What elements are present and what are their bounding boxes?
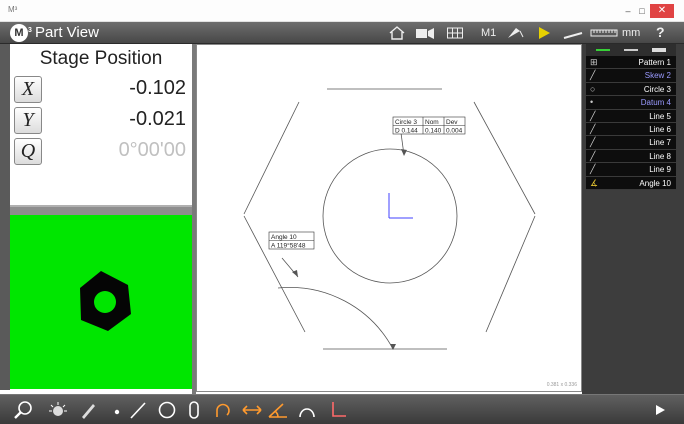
circle-header-dev: Dev [446,119,458,126]
circle-tool-icon[interactable] [156,399,178,421]
feature-item-skew-2[interactable]: ╱ Skew 2 [586,69,676,83]
tool-toolbar [0,394,684,424]
x-axis-button[interactable]: X [14,76,42,103]
angle-icon: ∡ [590,177,599,188]
line-icon: ╱ [590,164,596,175]
y-axis-value: -0.021 [129,108,186,130]
axis-row-q: Q 0°00'00 [12,138,192,166]
datum-axes [388,193,413,219]
stage-position-title: Stage Position [39,48,163,69]
axis-row-x: X -0.102 [12,76,192,104]
grid-view-icon[interactable] [446,25,464,41]
circle-annotation-table: Circle 3 Nom Dev D 0.144 0.140 0.004 [392,116,466,135]
circle-icon: ○ [590,83,596,94]
scale-readout: 0.381 x 0.336 [546,382,577,388]
camera-part-image [80,271,131,331]
distance-tool-icon[interactable] [240,399,264,421]
minimize-button[interactable]: – [622,4,634,18]
feature-item-line-5[interactable]: ╱ Line 5 [586,109,676,123]
measure-mode-icon[interactable] [562,25,584,41]
feature-item-line-6[interactable]: ╱ Line 6 [586,122,676,137]
angle-value: A 119°58'48 [271,242,306,250]
circle-3-outline [322,148,458,284]
angle-title: Angle 10 [271,234,297,241]
q-axis-value: 0°00'00 [118,139,186,161]
units-label[interactable]: mm [622,25,640,41]
hexagon-edge-upper-left [243,101,300,215]
x-axis-value: -0.102 [129,77,186,99]
m3-logo: M 3 [10,24,32,42]
feature-item-line-7[interactable]: ╱ Line 7 [586,136,676,150]
circle-header-nom: Nom [425,119,439,126]
video-icon[interactable] [414,25,436,41]
home-icon[interactable] [388,25,406,41]
y-axis-button[interactable]: Y [14,107,42,134]
run-program-icon[interactable] [535,25,553,41]
feature-item-line-9[interactable]: ╱ Line 9 [586,163,676,177]
zoom-icon[interactable] [12,399,36,421]
camera-view[interactable] [10,215,192,389]
maximize-button[interactable]: □ [636,4,648,18]
part-geometry: Circle 3 Nom Dev D 0.144 0.140 0.004 Ang… [243,88,536,350]
window-bar: M³ – □ ✕ [0,0,684,22]
machine-label[interactable]: M1 [481,25,496,41]
panel-splitter[interactable] [10,205,192,215]
feature-list: ⊞ Pattern 1 ╱ Skew 2 ○ Circle 3 • Datum 4 ╱ L… [586,56,676,190]
circle-deviation-value: 0.004 [446,128,463,135]
q-axis-button[interactable]: Q [14,138,42,165]
circle-header-name: Circle 3 [395,119,417,126]
angle-tool-icon[interactable] [266,399,290,421]
line-icon: ╱ [590,150,596,161]
pattern-icon: ⊞ [590,57,598,67]
feature-item-line-8[interactable]: ╱ Line 8 [586,149,676,164]
part-drawing-canvas[interactable]: Circle 3 Nom Dev D 0.144 0.140 0.004 Ang… [196,44,582,392]
feature-item-circle-3[interactable]: ○ Circle 3 [586,82,676,97]
feature-item-angle-10[interactable]: ∡ Angle 10 [586,176,676,190]
light-icon[interactable] [46,399,70,421]
logo-letter: M [14,27,24,39]
line-icon: ╱ [590,70,596,81]
app-title: Part View [35,24,99,41]
point-icon: • [590,97,594,108]
ruler-icon [590,29,618,37]
circle-nominal-value: 0.140 [425,128,442,135]
app-titlebar: M 3 Part View M1 mm ? [0,22,684,44]
left-edge-strip [0,44,10,390]
pen-icon[interactable] [78,399,98,421]
point-tool-icon[interactable] [110,399,124,421]
feature-list-header [586,44,676,56]
curve-tool-icon[interactable] [296,399,318,421]
arc-tool-icon[interactable] [212,399,234,421]
datum-tool-icon[interactable] [328,399,348,421]
axis-row-y: Y -0.021 [12,107,192,135]
probe-icon[interactable] [505,25,525,41]
hexagon-edge-lower-right [485,215,536,333]
line-icon: ╱ [590,137,596,148]
line-icon: ╱ [590,123,596,134]
feature-item-pattern-1[interactable]: ⊞ Pattern 1 [586,56,676,70]
stage-position-panel: Stage Position X -0.102 Y -0.021 Q 0°00'… [10,44,192,209]
circle-leader-arrow [401,149,407,156]
help-button[interactable]: ? [656,24,665,40]
angle-10-arc [277,287,394,350]
close-button[interactable]: ✕ [650,4,674,18]
expand-toolbar-icon[interactable] [652,399,668,421]
line-icon: ╱ [590,110,596,121]
hexagon-edge-upper-right [473,101,536,215]
slot-tool-icon[interactable] [186,399,202,421]
app-icon: M³ [8,5,18,14]
line-tool-icon[interactable] [128,399,148,421]
logo-superscript: 3 [28,27,32,34]
feature-item-datum-4[interactable]: • Datum 4 [586,96,676,110]
angle-annotation-box: Angle 10 A 119°58'48 [268,231,315,250]
circle-diameter-value: D 0.144 [395,128,418,135]
